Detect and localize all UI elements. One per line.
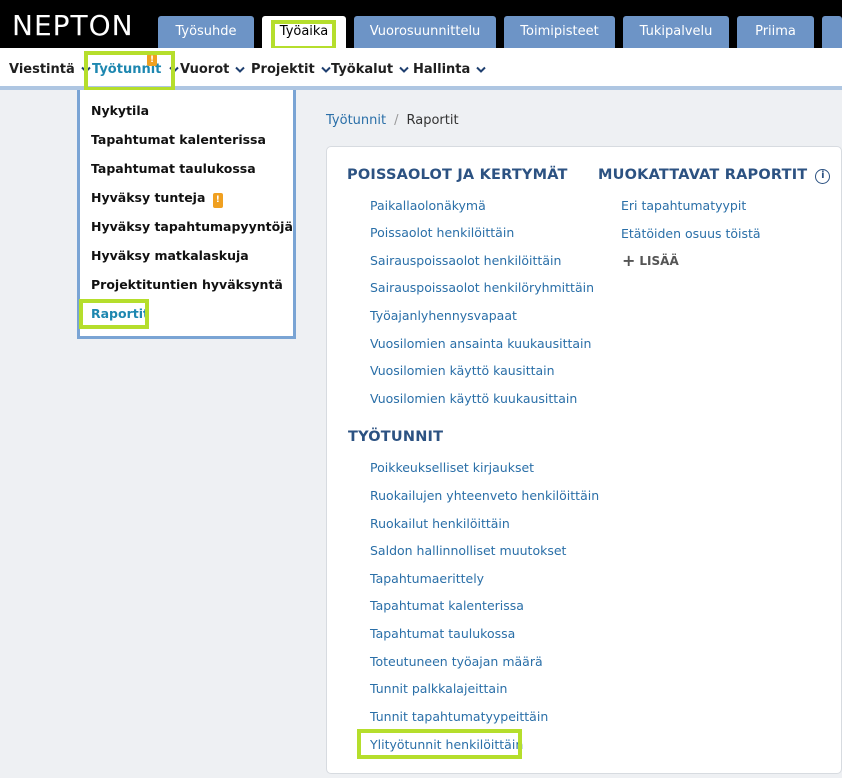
dropdown-item-tapahtumat-kalenterissa[interactable]: Tapahtumat kalenterissa bbox=[91, 132, 266, 147]
tab-label: Vuorosuunnittelu bbox=[369, 24, 481, 39]
report-link[interactable]: Vuosilomien käyttö kausittain bbox=[370, 363, 555, 378]
raportit-highlight bbox=[79, 299, 149, 329]
nav-tyotunnit-highlight bbox=[84, 51, 175, 91]
tab-label: Toimipisteet bbox=[520, 24, 599, 39]
dropdown-item-hyvaksy-tapahtumapyyntoja[interactable]: Hyväksy tapahtumapyyntöjä bbox=[91, 219, 293, 234]
nav-tyokalut[interactable]: Työkalut bbox=[331, 48, 409, 90]
report-link[interactable]: Ruokailujen yhteenveto henkilöittäin bbox=[370, 488, 599, 503]
report-link[interactable]: Toteutuneen työajan määrä bbox=[370, 654, 543, 669]
breadcrumb: Työtunnit / Raportit bbox=[326, 113, 459, 128]
dropdown-item-tapahtumat-taulukossa[interactable]: Tapahtumat taulukossa bbox=[91, 161, 256, 176]
tab-toimipisteet[interactable]: Toimipisteet bbox=[504, 16, 615, 48]
nav-label: Viestintä bbox=[9, 62, 75, 77]
report-link[interactable]: Tapahtumat kalenterissa bbox=[370, 598, 524, 613]
tab-label: Priima bbox=[755, 24, 796, 39]
chevron-down-icon bbox=[320, 66, 331, 73]
tab-tyoaika-highlight bbox=[271, 20, 336, 50]
chevron-down-icon bbox=[399, 66, 409, 73]
alert-badge: ! bbox=[212, 193, 223, 208]
nav-label: Projektit bbox=[251, 62, 315, 77]
report-link[interactable]: Sairauspoissaolot henkilöittäin bbox=[370, 253, 561, 268]
report-link[interactable]: Vuosilomien käyttö kuukausittain bbox=[370, 391, 577, 406]
nav-viestinta[interactable]: Viestintä bbox=[9, 48, 91, 90]
section-title-absence: POISSAOLOT JA KERTYMÄT bbox=[347, 167, 568, 183]
section-title-text: MUOKATTAVAT RAPORTIT bbox=[598, 167, 808, 183]
tab-tyosuhde[interactable]: Työsuhde bbox=[158, 16, 254, 48]
report-link[interactable]: Tunnit tapahtumatyypeittäin bbox=[370, 709, 548, 724]
custom-report-link[interactable]: Etätöiden osuus töistä bbox=[621, 226, 761, 241]
report-link[interactable]: Tunnit palkkalajeittain bbox=[370, 681, 507, 696]
tab-label: Työsuhde bbox=[175, 24, 237, 39]
dropdown-item-hyvaksy-matkalaskuja[interactable]: Hyväksy matkalaskuja bbox=[91, 248, 249, 263]
tab-vuorosuunnittelu[interactable]: Vuorosuunnittelu bbox=[354, 16, 496, 48]
report-link[interactable]: Saldon hallinnolliset muutokset bbox=[370, 543, 566, 558]
report-link[interactable]: Sairauspoissaolot henkilöryhmittäin bbox=[370, 280, 594, 295]
tab-label: Tukipalvelu bbox=[639, 24, 713, 39]
report-link[interactable]: Vuosilomien ansainta kuukausittain bbox=[370, 336, 591, 351]
dropdown-item-nykytila[interactable]: Nykytila bbox=[91, 103, 149, 118]
report-link[interactable]: Työajanlyhennysvapaat bbox=[370, 308, 517, 323]
report-link[interactable]: Tapahtumat taulukossa bbox=[370, 626, 515, 641]
breadcrumb-separator: / bbox=[394, 113, 399, 128]
nepton-logo[interactable]: NEPTON bbox=[12, 9, 134, 43]
report-link[interactable]: Poissaolot henkilöittäin bbox=[370, 225, 514, 240]
nav-label: Työkalut bbox=[331, 62, 394, 77]
section-title-hours: TYÖTUNNIT bbox=[348, 429, 444, 445]
nav-projektit[interactable]: Projektit bbox=[251, 48, 331, 90]
reports-card: POISSAOLOT JA KERTYMÄT Paikallaolonäkymä… bbox=[326, 146, 842, 774]
report-link[interactable]: Paikallaolonäkymä bbox=[370, 198, 486, 213]
plus-icon: + bbox=[622, 251, 636, 270]
breadcrumb-link-tyotunnit[interactable]: Työtunnit bbox=[326, 113, 386, 128]
breadcrumb-current: Raportit bbox=[406, 113, 459, 128]
tab-priima[interactable]: Priima bbox=[737, 16, 814, 48]
add-label: LISÄÄ bbox=[639, 254, 679, 268]
report-link[interactable]: Tapahtumaerittely bbox=[370, 571, 484, 586]
custom-report-link[interactable]: Eri tapahtumatyypit bbox=[621, 198, 746, 213]
report-link[interactable]: Poikkeukselliset kirjaukset bbox=[370, 460, 534, 475]
add-custom-report-button[interactable]: + LISÄÄ bbox=[622, 251, 679, 270]
info-icon[interactable]: i bbox=[815, 169, 831, 184]
top-bar: NEPTON Työsuhde Työaika Vuorosuunnittelu… bbox=[0, 0, 842, 48]
dropdown-item-label: Hyväksy tunteja bbox=[91, 190, 206, 205]
nav-vuorot[interactable]: Vuorot bbox=[180, 48, 246, 90]
report-link[interactable]: Ruokailut henkilöittäin bbox=[370, 516, 510, 531]
chevron-down-icon bbox=[235, 66, 246, 73]
nav-label: Vuorot bbox=[180, 62, 230, 77]
section-title-custom: MUOKATTAVAT RAPORTIT i bbox=[598, 167, 831, 184]
chevron-down-icon bbox=[476, 66, 486, 73]
nav-label: Hallinta bbox=[413, 62, 471, 77]
nav-hallinta[interactable]: Hallinta bbox=[413, 48, 486, 90]
tab-overflow[interactable] bbox=[822, 16, 842, 48]
dropdown-item-hyvaksy-tunteja[interactable]: Hyväksy tunteja ! bbox=[91, 190, 223, 208]
ylityotunnit-highlight bbox=[357, 729, 522, 759]
tab-tukipalvelu[interactable]: Tukipalvelu bbox=[623, 16, 729, 48]
dropdown-item-projektituntien-hyvaksynta[interactable]: Projektituntien hyväksyntä bbox=[91, 277, 283, 292]
